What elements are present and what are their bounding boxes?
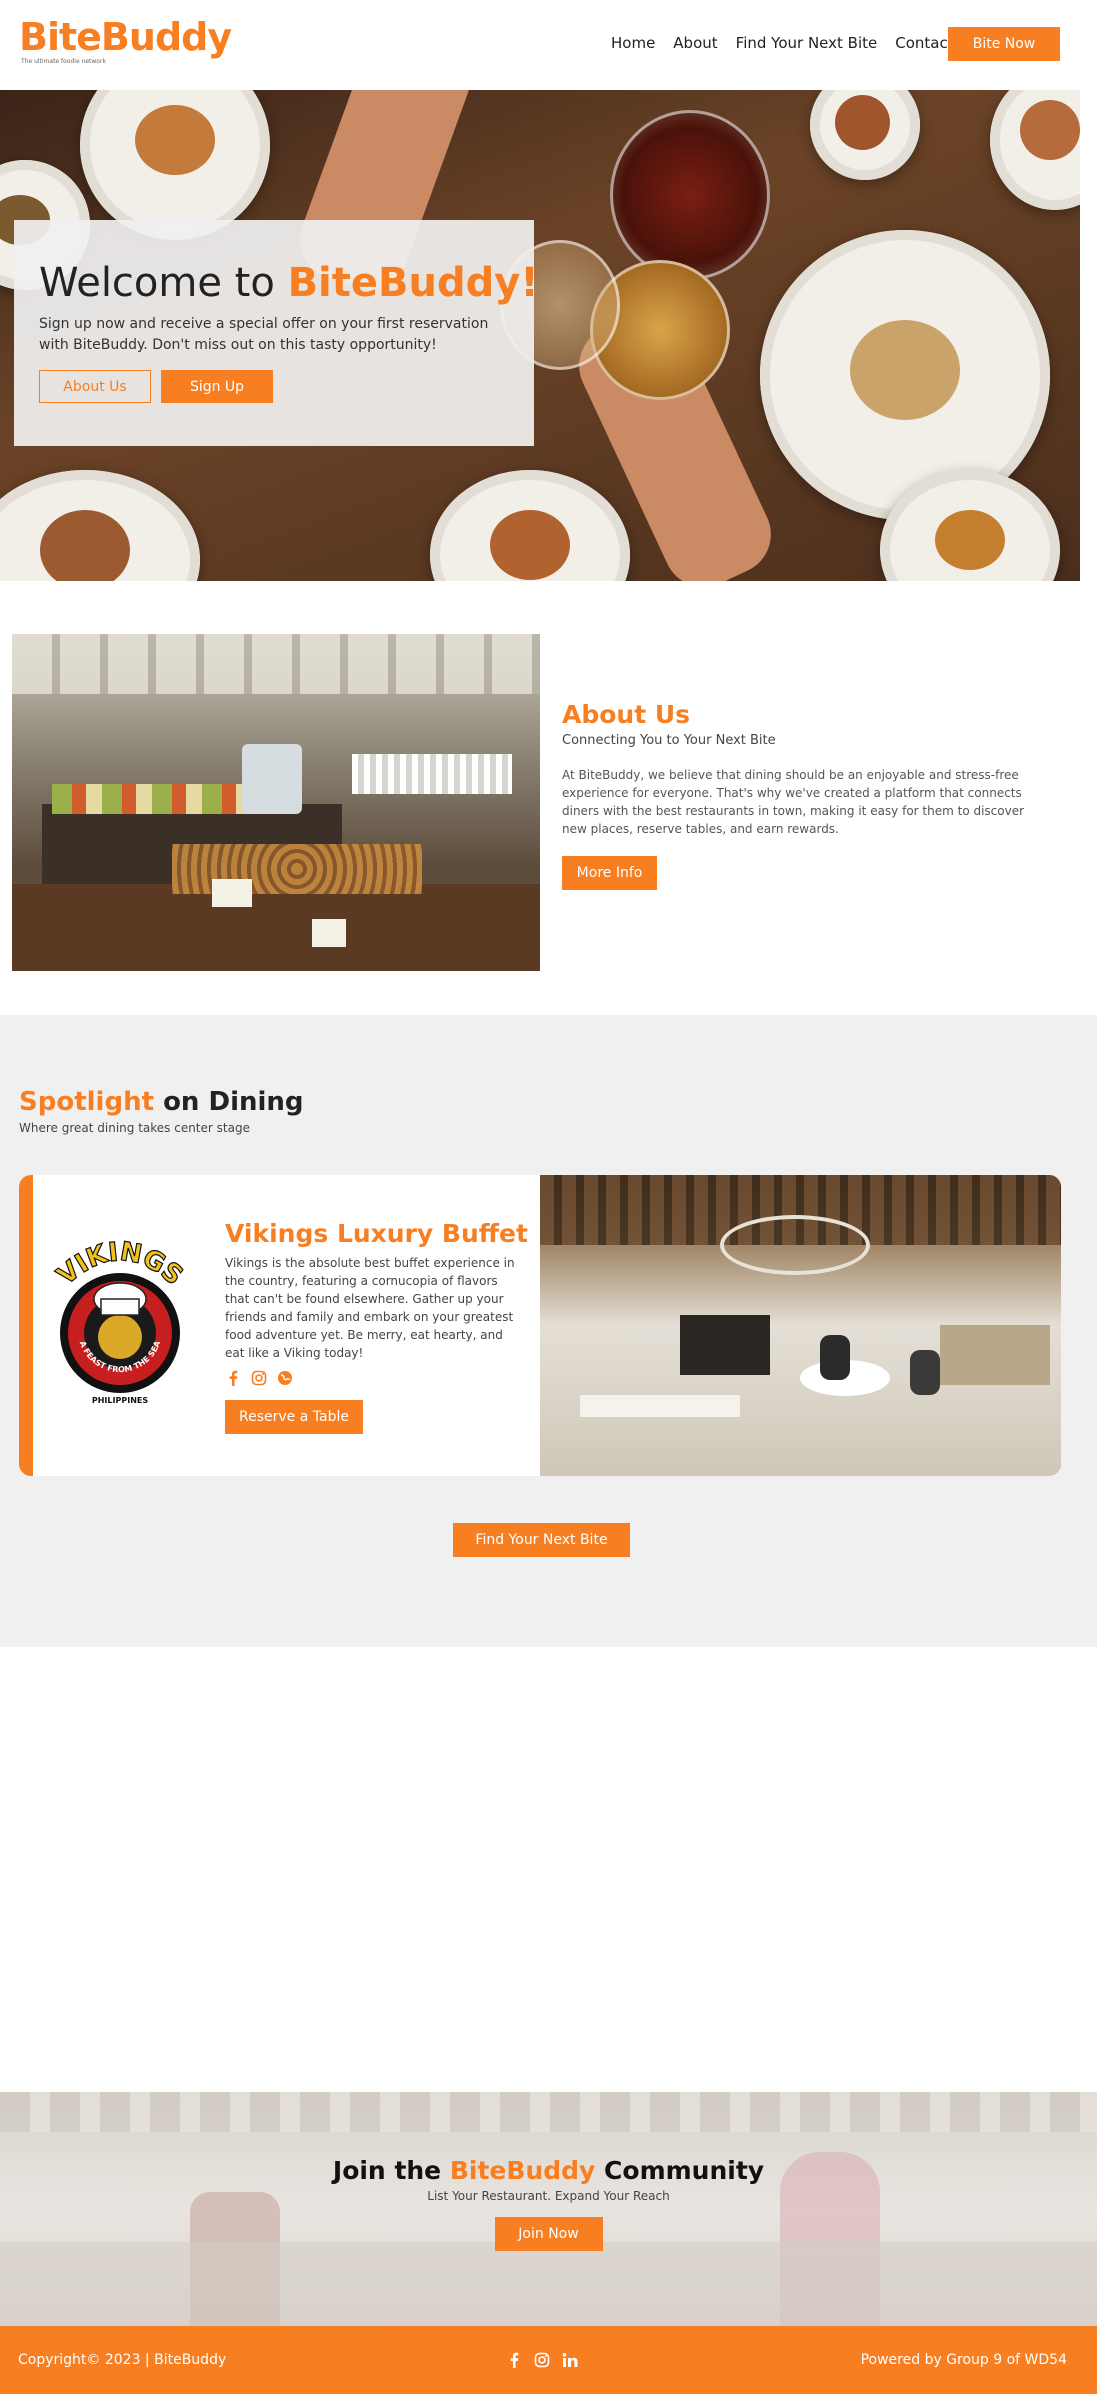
about-tagline: Connecting You to Your Next Bite (562, 733, 776, 748)
about-body: At BiteBuddy, we believe that dining sho… (562, 768, 1025, 836)
facebook-icon[interactable] (225, 1370, 241, 1386)
nav-home-link[interactable]: Home (611, 34, 655, 52)
restaurant-social-icons (225, 1370, 525, 1386)
footer-social-icons (506, 2352, 578, 2368)
nav-contact-link[interactable]: Contact (895, 34, 953, 52)
logo-text: BiteBuddy (19, 15, 232, 59)
vikings-logo: VIKINGS A FEAST FROM THE SEA PHILIPPINES (51, 1236, 189, 1405)
linkedin-icon[interactable] (562, 2352, 578, 2368)
facebook-icon[interactable] (506, 2352, 522, 2368)
join-tagline: List Your Restaurant. Expand Your Reach (427, 2189, 670, 2203)
find-next-bite-button[interactable]: Find Your Next Bite (453, 1523, 630, 1557)
restaurant-name: Vikings Luxury Buffet (225, 1219, 528, 1248)
join-heading: Join the BiteBuddy Community (0, 2156, 1097, 2185)
nav-find-link[interactable]: Find Your Next Bite (736, 34, 878, 52)
hero-card: Welcome to BiteBuddy! Sign up now and re… (14, 220, 539, 446)
spotlight-heading-accent: Spotlight (19, 1087, 155, 1117)
hero-title-brand: BiteBuddy! (287, 260, 539, 306)
footer-copyright: Copyright© 2023 | BiteBuddy (18, 2352, 227, 2368)
card-body: Vikings Luxury Buffet Vikings is the abs… (225, 1219, 528, 1434)
globe-icon[interactable] (277, 1370, 293, 1386)
instagram-icon[interactable] (251, 1370, 267, 1386)
restaurant-image (540, 1175, 1061, 1476)
hero-section: Welcome to BiteBuddy! Sign up now and re… (0, 90, 1080, 581)
join-now-button[interactable]: Join Now (494, 2217, 603, 2251)
logo[interactable]: BiteBuddy The ultimate foodie network (19, 15, 232, 65)
card-accent-bar (19, 1175, 33, 1476)
join-heading-prefix: Join the (332, 2156, 450, 2185)
spotlight-section: Spotlight on Dining Where great dining t… (0, 1015, 1097, 1647)
nav-links: Home About Find Your Next Bite Contact (611, 34, 972, 52)
about-us-button[interactable]: About Us (39, 370, 151, 403)
more-info-button[interactable]: More Info (562, 856, 657, 890)
instagram-icon[interactable] (534, 2352, 550, 2368)
reserve-table-button[interactable]: Reserve a Table (225, 1400, 363, 1434)
about-section: About Us Connecting You to Your Next Bit… (562, 700, 1062, 890)
spotlight-heading: Spotlight on Dining (19, 1087, 304, 1117)
sign-up-button[interactable]: Sign Up (161, 370, 273, 403)
hero-subtitle: Sign up now and receive a special offer … (39, 316, 489, 353)
about-image (12, 634, 540, 971)
logo-tagline: The ultimate foodie network (21, 58, 106, 65)
hero-buttons: About Us Sign Up (39, 370, 509, 403)
nav-about-link[interactable]: About (673, 34, 717, 52)
join-heading-brand: BiteBuddy (449, 2156, 596, 2185)
footer: Copyright© 2023 | BiteBuddy Powered by G… (0, 2326, 1097, 2394)
footer-powered-by: Powered by Group 9 of WD54 (860, 2352, 1067, 2368)
hero-title: Welcome to BiteBuddy! (39, 260, 539, 306)
join-section: Join the BiteBuddy Community List Your R… (0, 2092, 1097, 2326)
join-content: Join the BiteBuddy Community List Your R… (0, 2156, 1097, 2251)
spotlight-heading-rest: on Dining (154, 1087, 304, 1117)
spotlight-subtitle: Where great dining takes center stage (19, 1121, 250, 1135)
about-heading: About Us (562, 700, 691, 729)
restaurant-card: VIKINGS A FEAST FROM THE SEA PHILIPPINES… (19, 1175, 1061, 1476)
hero-title-prefix: Welcome to (39, 260, 288, 306)
restaurant-description: Vikings is the absolute best buffet expe… (225, 1256, 515, 1360)
navbar: BiteBuddy The ultimate foodie network Ho… (0, 0, 1097, 90)
logo-country-text: PHILIPPINES (92, 1396, 148, 1405)
bite-now-button[interactable]: Bite Now (948, 27, 1060, 61)
join-heading-suffix: Community (595, 2156, 765, 2185)
